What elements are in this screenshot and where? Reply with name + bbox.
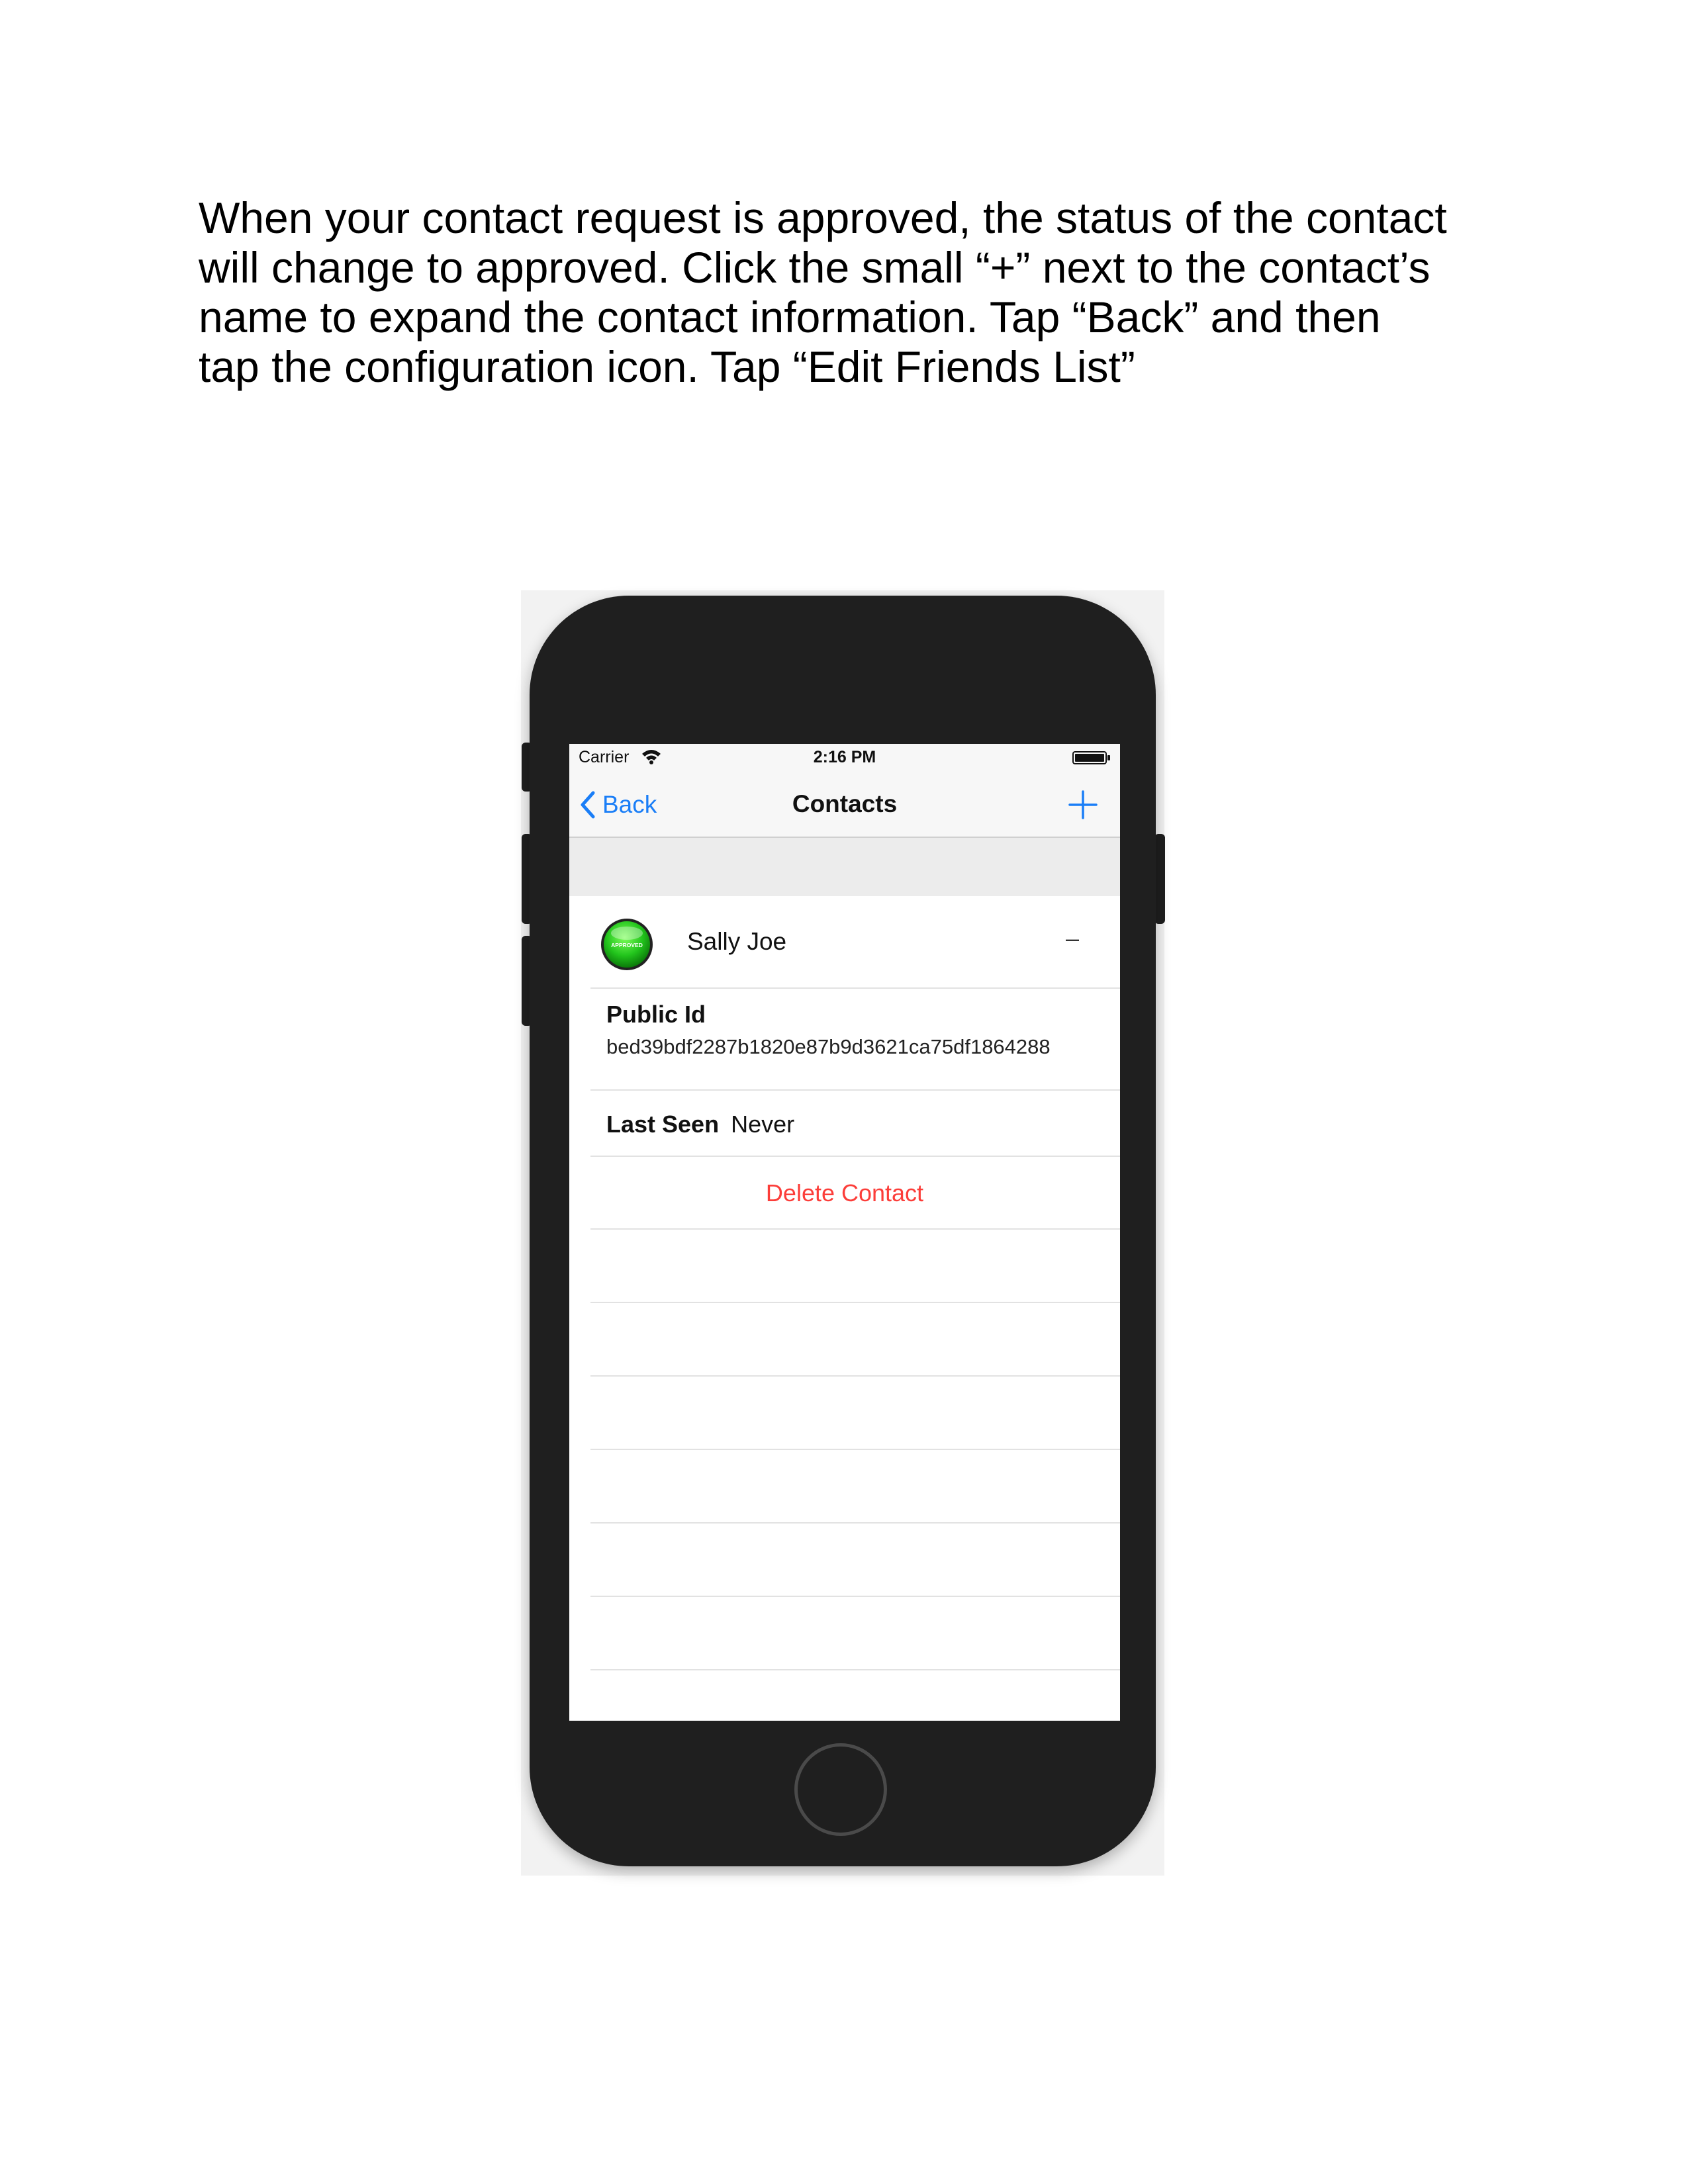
plus-icon[interactable] [1067,789,1099,821]
approved-badge-text: APPROVED [611,942,643,948]
instructions-text: When your contact request is approved, t… [199,193,1523,392]
row-divider [590,1228,1120,1230]
last-seen-row: Last Seen Never [606,1111,794,1138]
public-id-value: bed39bdf2287b1820e87b9d3621ca75df1864288 [606,1035,1051,1058]
navigation-bar: Back Contacts [569,772,1120,838]
battery-icon [1072,751,1110,764]
instruction-line: When your contact request is approved, t… [199,193,1447,242]
page-title: Contacts [792,790,898,817]
empty-row-divider [590,1596,1120,1597]
empty-row-divider [590,1375,1120,1377]
empty-row-divider [590,1669,1120,1670]
last-seen-value: Never [731,1111,795,1138]
delete-contact-button[interactable]: Delete Contact [569,1157,1120,1230]
status-time: 2:16 PM [813,748,876,766]
empty-row-divider [590,1449,1120,1450]
collapse-button[interactable]: – [1059,925,1086,952]
status-bar: Carrier 2:16 PM [569,744,1120,772]
last-seen-label: Last Seen [606,1111,720,1138]
instruction-line: will change to approved. Click the small… [199,243,1430,292]
public-id-label: Public Id [606,1001,706,1028]
instruction-line: tap the configuration icon. Tap “Edit Fr… [199,342,1135,391]
row-divider [590,987,1120,989]
empty-row-divider [590,1302,1120,1303]
empty-row-divider [590,1522,1120,1524]
approved-badge-icon: APPROVED [601,919,653,970]
power-button [1154,834,1165,924]
home-button[interactable] [794,1743,887,1836]
contact-name: Sally Joe [687,928,787,955]
row-divider [590,1089,1120,1091]
phone-screen: Carrier 2:16 PM Back Contacts APPROVED S… [569,744,1120,1721]
contact-row[interactable]: APPROVED Sally Joe – [569,896,1120,989]
section-header [569,838,1120,896]
instruction-line: name to expand the contact information. … [199,293,1381,341]
